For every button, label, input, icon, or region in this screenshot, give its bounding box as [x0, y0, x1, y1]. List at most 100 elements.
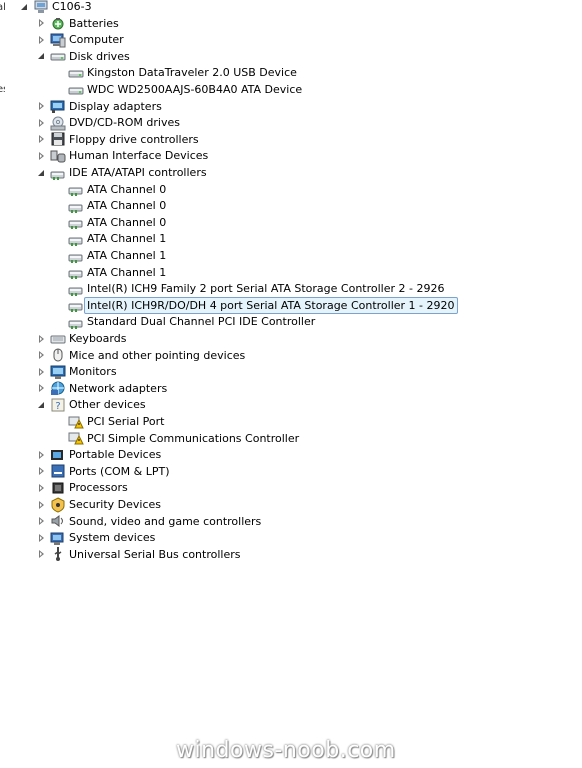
device-item[interactable]: ATA Channel 1 — [55, 247, 166, 264]
watermark: windows-noob.com — [176, 738, 396, 763]
computer-icon — [50, 32, 66, 48]
expand-arrow-icon[interactable] — [37, 516, 47, 526]
tree-item-label: Keyboards — [69, 332, 127, 345]
floppy-controller-icon — [50, 131, 66, 147]
tree-item-label: Computer — [69, 33, 124, 47]
collapse-arrow-icon[interactable] — [37, 51, 47, 61]
system-devices-icon — [50, 530, 66, 546]
category-ide-ata-atapi-controllers[interactable]: IDE ATA/ATAPI controllers — [37, 164, 207, 181]
disk-drive-icon — [68, 65, 84, 81]
expand-arrow-icon[interactable] — [37, 367, 47, 377]
category-processors[interactable]: Processors — [37, 479, 128, 496]
toggle-spacer — [55, 201, 65, 211]
tree-item-label: Network adapters — [69, 381, 168, 395]
tree-item-label: ATA Channel 0 — [87, 182, 167, 196]
ide-controller-icon — [68, 198, 84, 214]
tree-item-label: PCI Simple Communications Controller — [87, 431, 300, 445]
collapse-arrow-icon[interactable] — [37, 168, 47, 178]
category-other-devices[interactable]: ? Other devices — [37, 396, 146, 413]
device-item[interactable]: PCI Serial Port — [55, 413, 164, 430]
device-item[interactable]: ATA Channel 1 — [55, 230, 166, 247]
hid-icon — [50, 148, 66, 164]
tree-item-label: ATA Channel 1 — [87, 249, 167, 262]
category-computer[interactable]: Computer — [37, 31, 124, 48]
expand-arrow-icon[interactable] — [37, 118, 47, 128]
svg-text:?: ? — [55, 401, 60, 412]
category-mice-and-other-pointing-devices[interactable]: Mice and other pointing devices — [37, 347, 245, 364]
toggle-spacer — [55, 284, 65, 294]
tree-item-label: WDC WD2500AAJS-60B4A0 ATA Device — [87, 83, 303, 96]
category-security-devices[interactable]: Security Devices — [37, 496, 161, 513]
expand-arrow-icon[interactable] — [37, 151, 47, 161]
device-item[interactable]: ATA Channel 0 — [55, 214, 166, 231]
expand-arrow-icon[interactable] — [37, 334, 47, 344]
disk-drive-icon — [50, 48, 66, 64]
tree-item-label: ATA Channel 0 — [87, 199, 167, 213]
tree-item-label: DVD/CD-ROM drives — [69, 116, 180, 130]
ide-controller-icon — [68, 231, 84, 247]
network-adapter-icon — [50, 380, 66, 396]
category-batteries[interactable]: Batteries — [37, 15, 119, 32]
category-universal-serial-bus-controllers[interactable]: Universal Serial Bus controllers — [37, 546, 240, 563]
device-item[interactable]: PCI Simple Communications Controller — [55, 430, 299, 447]
collapse-arrow-icon[interactable] — [37, 400, 47, 410]
mouse-icon — [50, 347, 66, 363]
device-item[interactable]: WDC WD2500AAJS-60B4A0 ATA Device — [55, 81, 302, 98]
expand-arrow-icon[interactable] — [37, 350, 47, 360]
tree-item-label: Security Devices — [69, 498, 162, 511]
category-portable-devices[interactable]: Portable Devices — [37, 446, 161, 463]
device-item[interactable]: Intel(R) ICH9 Family 2 port Serial ATA S… — [55, 280, 444, 297]
toggle-spacer — [55, 317, 65, 327]
toggle-spacer — [55, 217, 65, 227]
other-devices-icon: ? — [50, 397, 66, 413]
expand-arrow-icon[interactable] — [37, 500, 47, 510]
collapse-arrow-icon[interactable] — [20, 2, 30, 12]
expand-arrow-icon[interactable] — [37, 450, 47, 460]
expand-arrow-icon[interactable] — [37, 383, 47, 393]
expand-arrow-icon[interactable] — [37, 134, 47, 144]
security-device-icon — [50, 496, 66, 513]
display-adapter-icon — [50, 98, 66, 114]
category-floppy-drive-controllers[interactable]: Floppy drive controllers — [37, 131, 199, 148]
toggle-spacer — [55, 234, 65, 244]
category-display-adapters[interactable]: Display adapters — [37, 98, 162, 115]
device-item[interactable]: Standard Dual Channel PCI IDE Controller — [55, 313, 315, 330]
tree-root-computer[interactable]: C106-3 — [20, 0, 92, 15]
category-disk-drives[interactable]: Disk drives — [37, 48, 130, 65]
device-item[interactable]: Kingston DataTraveler 2.0 USB Device — [55, 64, 297, 81]
toggle-spacer — [55, 251, 65, 261]
category-keyboards[interactable]: Keyboards — [37, 330, 126, 347]
category-network-adapters[interactable]: Network adapters — [37, 380, 167, 397]
ide-controller-icon — [68, 264, 84, 280]
toggle-spacer — [55, 417, 65, 427]
expand-arrow-icon[interactable] — [37, 35, 47, 45]
expand-arrow-icon[interactable] — [37, 549, 47, 559]
expand-arrow-icon[interactable] — [37, 466, 47, 476]
device-item[interactable]: ATA Channel 0 — [55, 181, 166, 198]
tree-item-label: ATA Channel 1 — [87, 232, 167, 246]
tree-item-label: Human Interface Devices — [69, 149, 209, 163]
ide-controller-icon — [68, 281, 84, 297]
category-dvd-cd-rom-drives[interactable]: DVD/CD-ROM drives — [37, 114, 180, 131]
category-ports-com-lpt[interactable]: Ports (COM & LPT) — [37, 463, 170, 480]
category-human-interface-devices[interactable]: Human Interface Devices — [37, 147, 208, 164]
device-item[interactable]: Intel(R) ICH9R/DO/DH 4 port Serial ATA S… — [55, 296, 458, 314]
keyboard-icon — [50, 331, 66, 347]
device-item[interactable]: ATA Channel 1 — [55, 264, 166, 281]
tree-item-label: Universal Serial Bus controllers — [69, 547, 241, 561]
expand-arrow-icon[interactable] — [37, 101, 47, 111]
expand-arrow-icon[interactable] — [37, 483, 47, 493]
expand-arrow-icon[interactable] — [37, 18, 47, 28]
device-item[interactable]: ATA Channel 0 — [55, 197, 166, 214]
category-sound-video-and-game-controllers[interactable]: Sound, video and game controllers — [37, 513, 261, 530]
category-system-devices[interactable]: System devices — [37, 529, 155, 546]
ports-icon — [50, 463, 66, 479]
tree-item-label: Batteries — [69, 16, 119, 30]
warning-device-icon — [68, 430, 84, 446]
toggle-spacer — [55, 267, 65, 277]
expand-arrow-icon[interactable] — [37, 533, 47, 543]
category-monitors[interactable]: Monitors — [37, 363, 117, 380]
device-tree[interactable]: C106-3 Batteries Computer Disk drives Kingst… — [0, 0, 582, 580]
processor-icon — [50, 480, 66, 496]
tree-item-label: ATA Channel 0 — [87, 215, 167, 229]
